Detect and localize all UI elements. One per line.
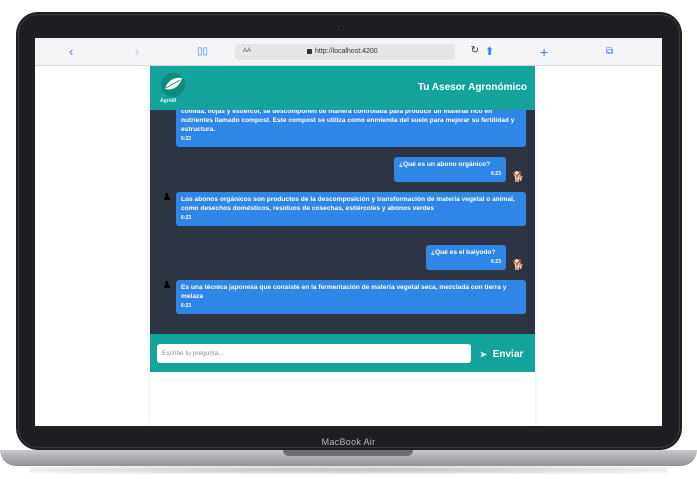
browser-toolbar: ‹ › ▯▯ AA http://localhost:4200 ↻ ⬆ + ⧉: [35, 38, 662, 66]
back-icon[interactable]: ‹: [69, 44, 73, 60]
laptop-brand: MacBook Air: [321, 437, 376, 447]
chat-app: AgroIA Tu Asesor Agronómico comida, hoja…: [150, 66, 535, 426]
user-avatar-icon: 🐕: [512, 172, 525, 183]
screen: ‹ › ▯▯ AA http://localhost:4200 ↻ ⬆ + ⧉ …: [35, 38, 662, 426]
laptop-shadow: [30, 466, 667, 474]
app-title: Tu Asesor Agronómico: [417, 82, 527, 93]
address-url: http://localhost:4200: [315, 48, 378, 55]
user-message: ¿Qué es el baiyodo? 6:23: [426, 245, 506, 270]
send-button[interactable]: ➤ Enviar: [480, 346, 523, 362]
bot-message: Los abonos orgánicos son productos de la…: [176, 192, 526, 226]
bot-avatar-icon: ♟: [162, 192, 172, 203]
bot-message: comida, hojas y estiércol, se descompone…: [176, 110, 526, 147]
text-size-button[interactable]: AA: [243, 48, 251, 54]
send-label: Enviar: [492, 348, 524, 360]
share-icon[interactable]: ⬆: [485, 44, 494, 60]
address-bar[interactable]: AA http://localhost:4200 ↻: [235, 44, 479, 60]
new-tab-icon[interactable]: +: [540, 44, 548, 60]
lock-icon: [307, 49, 312, 54]
sidebar-book-icon[interactable]: ▯▯: [197, 44, 208, 60]
bot-message: Es una técnica japonesa que consiste en …: [176, 280, 526, 314]
camera: [339, 26, 344, 31]
logo-text: AgroIA: [160, 98, 177, 104]
user-message: ¿Qué es un abono orgánico? 6:23: [394, 157, 506, 182]
tabs-overview-icon[interactable]: ⧉: [606, 44, 613, 60]
forward-icon[interactable]: ›: [135, 44, 139, 60]
input-bar: ➤ Enviar: [150, 334, 535, 372]
question-input[interactable]: [157, 344, 471, 363]
app-header: AgroIA Tu Asesor Agronómico: [150, 66, 535, 110]
bot-avatar-icon: ♟: [162, 280, 172, 291]
reload-icon[interactable]: ↻: [471, 45, 479, 56]
user-avatar-icon: 🐕: [512, 260, 525, 271]
send-icon: ➤: [480, 349, 487, 359]
chat-messages[interactable]: comida, hojas y estiércol, se descompone…: [150, 110, 535, 334]
laptop-base-notch: [283, 450, 413, 456]
leaf-logo-icon: [161, 73, 185, 97]
